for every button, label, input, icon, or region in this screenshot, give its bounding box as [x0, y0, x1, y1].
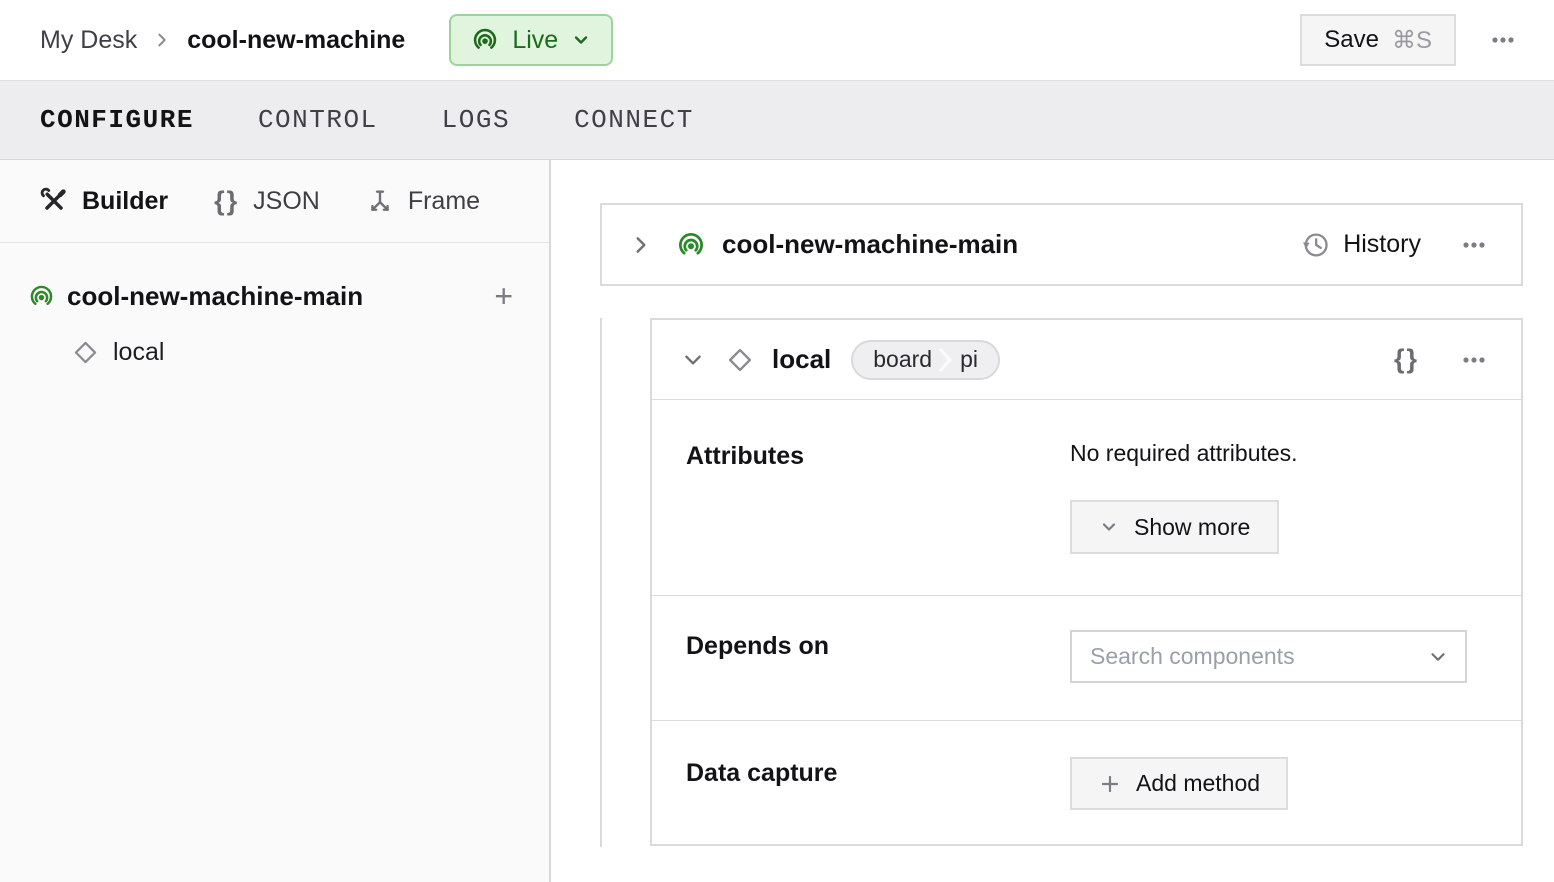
status-label: Live: [512, 26, 558, 55]
ellipsis-icon: [1488, 27, 1518, 53]
plus-icon: [1098, 772, 1122, 796]
add-component-button[interactable]: +: [488, 280, 519, 312]
axes-icon: [366, 187, 394, 215]
breadcrumb: My Desk cool-new-machine: [40, 26, 405, 55]
data-capture-section: Data capture Add method: [652, 720, 1521, 846]
tree-item-label: local: [113, 338, 164, 367]
ellipsis-icon: [1459, 232, 1489, 258]
depends-on-select[interactable]: [1070, 630, 1467, 683]
broadcast-icon: [28, 283, 55, 310]
machine-status-badge[interactable]: Live: [449, 14, 613, 66]
component-type: board: [853, 346, 938, 373]
view-tab-frame[interactable]: Frame: [366, 187, 480, 216]
component-card-header: local board pi {}: [652, 320, 1521, 400]
machine-card-overflow-menu-button[interactable]: [1449, 226, 1499, 264]
top-bar: My Desk cool-new-machine Live Save: [0, 0, 1554, 81]
tree-guide-line: [600, 318, 602, 847]
attributes-label: Attributes: [686, 440, 1070, 595]
view-tab-label: Builder: [82, 187, 168, 216]
history-clock-icon: [1300, 230, 1330, 260]
save-shortcut-hint: ⌘S: [1392, 26, 1432, 55]
depends-on-section: Depends on: [652, 595, 1521, 720]
tab-connect[interactable]: CONNECT: [574, 105, 694, 135]
configure-sidebar: Builder {} JSON Frame: [0, 160, 551, 882]
configure-main-panel: cool-new-machine-main History: [553, 160, 1554, 882]
topbar-actions: Save ⌘S: [1300, 14, 1528, 66]
app-window: My Desk cool-new-machine Live Save: [0, 0, 1554, 882]
component-diamond-icon: [726, 346, 754, 374]
attributes-section: Attributes No required attributes. Show …: [652, 400, 1521, 595]
chevron-down-icon: [1099, 517, 1119, 537]
component-name: local: [772, 344, 831, 375]
save-button[interactable]: Save ⌘S: [1300, 14, 1456, 66]
status-chevron-down-icon: [571, 30, 591, 50]
view-tab-label: JSON: [253, 187, 320, 216]
view-tab-json[interactable]: {} JSON: [214, 186, 320, 217]
tree-item-component-local[interactable]: local: [0, 324, 549, 380]
breadcrumb-current: cool-new-machine: [187, 26, 405, 55]
add-method-label: Add method: [1136, 770, 1260, 797]
machine-part-tree: cool-new-machine-main + local: [0, 243, 549, 380]
component-model: pi: [954, 346, 998, 373]
view-tab-label: Frame: [408, 187, 480, 216]
component-diamond-icon: [72, 339, 99, 366]
collapse-chevron-down-icon[interactable]: [682, 349, 704, 371]
tools-icon: [40, 187, 68, 215]
data-capture-label: Data capture: [686, 757, 1070, 846]
breadcrumb-chevron-icon: [153, 31, 171, 49]
braces-icon: {}: [214, 186, 239, 217]
tab-control[interactable]: CONTROL: [258, 105, 378, 135]
tree-item-label: cool-new-machine-main: [67, 281, 488, 312]
component-json-button[interactable]: {}: [1388, 343, 1425, 376]
badge-divider-chevron-icon: [938, 340, 954, 380]
attributes-empty-text: No required attributes.: [1070, 440, 1491, 467]
history-button[interactable]: History: [1294, 229, 1427, 261]
select-chevron-down-icon: [1427, 646, 1449, 668]
save-button-label: Save: [1324, 26, 1379, 54]
depends-on-label: Depends on: [686, 630, 1070, 720]
show-more-button[interactable]: Show more: [1070, 500, 1279, 554]
broadcast-icon: [471, 26, 499, 54]
expand-chevron-right-icon[interactable]: [630, 234, 652, 256]
component-overflow-menu-button[interactable]: [1449, 341, 1499, 379]
component-card-local: local board pi {} Attributes: [650, 318, 1523, 846]
view-tab-builder[interactable]: Builder: [40, 187, 168, 216]
topbar-overflow-menu-button[interactable]: [1478, 21, 1528, 59]
add-method-button[interactable]: Add method: [1070, 757, 1288, 810]
show-more-label: Show more: [1134, 514, 1250, 541]
component-type-badge: board pi: [851, 340, 1000, 380]
search-components-input[interactable]: [1088, 642, 1427, 671]
breadcrumb-parent[interactable]: My Desk: [40, 26, 137, 55]
machine-part-title: cool-new-machine-main: [722, 229, 1018, 260]
history-label: History: [1343, 230, 1421, 259]
broadcast-icon: [676, 230, 706, 260]
ellipsis-icon: [1459, 347, 1489, 373]
machine-part-card: cool-new-machine-main History: [600, 203, 1523, 286]
tab-logs[interactable]: LOGS: [442, 105, 510, 135]
tree-item-machine-part[interactable]: cool-new-machine-main +: [0, 268, 549, 324]
primary-tab-bar: CONFIGURE CONTROL LOGS CONNECT: [0, 81, 1554, 160]
tab-configure[interactable]: CONFIGURE: [40, 105, 194, 135]
view-mode-bar: Builder {} JSON Frame: [0, 160, 549, 243]
